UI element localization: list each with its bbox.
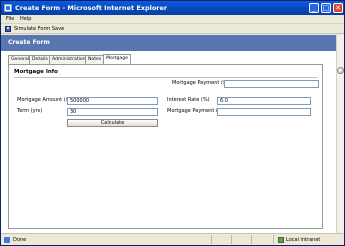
vertical-scrollbar[interactable] xyxy=(336,35,344,233)
form-title: Create Form xyxy=(8,39,50,46)
scroll-thumb[interactable] xyxy=(337,67,344,74)
term-field[interactable]: 30 xyxy=(67,108,158,116)
term-label: Term (yrs) xyxy=(17,108,43,114)
title-bar: Create Form - Microsoft Internet Explore… xyxy=(1,1,344,15)
status-text: Done xyxy=(13,237,27,243)
maximize-button[interactable]: □ xyxy=(321,3,331,13)
window-title: Create Form - Microsoft Internet Explore… xyxy=(15,4,168,12)
section-title: Mortgage Info xyxy=(14,69,58,75)
page-done-icon xyxy=(4,237,10,243)
security-zone: Local intranet xyxy=(286,237,321,243)
top-payment-field[interactable] xyxy=(224,80,319,88)
status-bar: Done Local intranet xyxy=(1,233,344,245)
simulate-form-save-button[interactable]: Simulate Form Save xyxy=(14,26,64,32)
ie-page-icon xyxy=(4,4,12,12)
status-separator xyxy=(251,235,252,244)
status-separator xyxy=(273,235,274,244)
tab-details[interactable]: Details xyxy=(29,55,51,64)
status-separator xyxy=(231,235,232,244)
minimize-button[interactable]: _ xyxy=(309,3,319,13)
floppy-disk-icon[interactable] xyxy=(5,26,11,32)
form-header: Create Form xyxy=(1,35,336,51)
tab-mortgage[interactable]: Mortgage xyxy=(103,54,131,64)
close-button[interactable]: ✕ xyxy=(333,3,343,13)
payment-label: Mortgage Payment ($) xyxy=(167,108,224,114)
tab-administration[interactable]: Administration xyxy=(49,55,89,64)
interest-rate-field[interactable]: 6.0 xyxy=(217,97,311,105)
calculate-button[interactable]: Calculate xyxy=(67,119,158,127)
menu-help[interactable]: Help xyxy=(20,16,31,23)
mortgage-panel: Mortgage Info Mortgage Payment ($) Mortg… xyxy=(8,64,323,229)
top-payment-label: Mortgage Payment ($) xyxy=(172,80,229,86)
status-separator xyxy=(211,235,212,244)
toolbar: Simulate Form Save xyxy=(1,24,344,34)
tab-notes[interactable]: Notes xyxy=(85,55,105,64)
menu-file[interactable]: File xyxy=(6,16,14,23)
menu-bar: File Help xyxy=(1,15,344,24)
page-content: Create Form General Details Administrati… xyxy=(1,35,336,233)
mortgage-amount-label: Mortgage Amount ($) xyxy=(17,97,71,103)
intranet-zone-icon xyxy=(278,237,284,243)
browser-window: Create Form - Microsoft Internet Explore… xyxy=(0,0,345,246)
payment-field[interactable] xyxy=(217,108,311,116)
interest-rate-label: Interest Rate (%) xyxy=(167,97,210,103)
mortgage-amount-field[interactable]: 500000 xyxy=(67,97,158,105)
section-divider xyxy=(14,77,317,78)
